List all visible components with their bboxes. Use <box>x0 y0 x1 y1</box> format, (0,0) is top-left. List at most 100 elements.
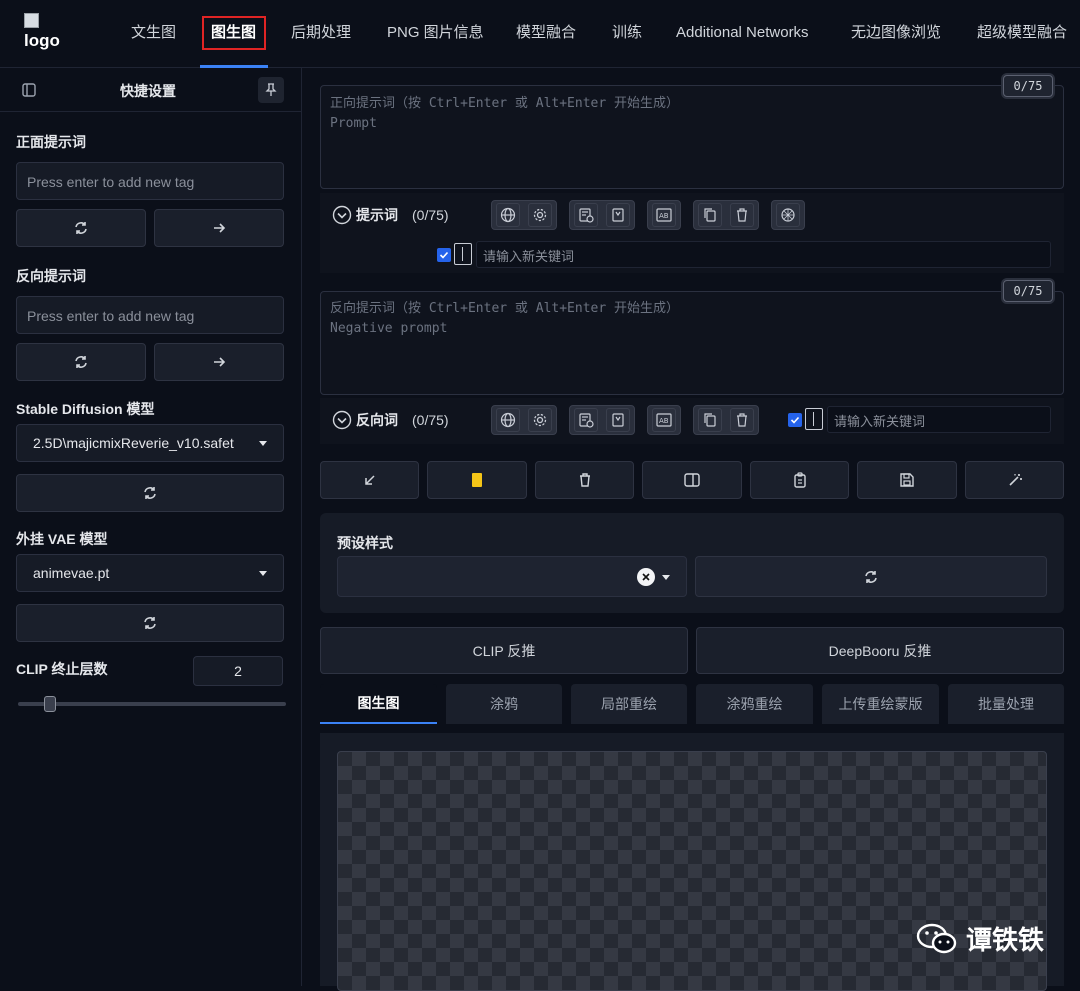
pin-icon[interactable] <box>258 77 284 103</box>
trash-icon <box>579 473 590 487</box>
negative-prompt-placeholder-line2: Negative prompt <box>330 321 448 336</box>
arrow-down-left-icon <box>364 475 375 485</box>
ai-assist-icon[interactable] <box>776 203 800 227</box>
negative-tag-placeholder: Press enter to add new tag <box>27 308 195 324</box>
read-params-button[interactable] <box>320 461 419 499</box>
clip-skip-slider-thumb[interactable] <box>44 696 56 712</box>
negative-keyword-input[interactable]: 请输入新关键词 <box>827 406 1051 433</box>
vae-model-select[interactable]: animevae.pt <box>16 554 284 592</box>
history-icon[interactable] <box>574 408 598 432</box>
tab-img2img-label: 图生图 <box>211 24 257 41</box>
history-icon[interactable] <box>574 203 598 227</box>
vae-model-label: 外挂 VAE 模型 <box>16 531 108 547</box>
vae-refresh-button[interactable] <box>16 604 284 642</box>
deepbooru-interrogate-button[interactable]: DeepBooru 反推 <box>696 627 1064 674</box>
tab-train[interactable]: 训练 <box>612 0 642 68</box>
subtab-inpaint-label: 局部重绘 <box>601 696 657 712</box>
clip-skip-value: 2 <box>234 663 242 679</box>
subtab-inpaint[interactable]: 局部重绘 <box>571 684 687 724</box>
sd-model-select[interactable]: 2.5D\majicmixReverie_v10.safet <box>16 424 284 462</box>
bookmark-icon[interactable] <box>606 203 630 227</box>
clipboard-icon <box>793 472 806 488</box>
tab-png-info[interactable]: PNG 图片信息 <box>387 0 484 68</box>
clear-prompt-button[interactable] <box>535 461 634 499</box>
subtab-inpaint-sketch-label: 涂鸦重绘 <box>726 696 783 712</box>
clear-icon[interactable] <box>637 568 655 586</box>
trash-icon[interactable] <box>730 203 754 227</box>
logo: logo <box>24 13 64 55</box>
subtab-batch[interactable]: 批量处理 <box>948 684 1064 724</box>
negative-refresh-button[interactable] <box>16 343 146 381</box>
paste-style-button[interactable] <box>427 461 527 499</box>
styles-refresh-button[interactable] <box>695 556 1047 597</box>
caret-down-icon <box>259 441 267 446</box>
watermark: 谭铁铁 <box>916 920 1044 957</box>
subtab-inpaint-sketch[interactable]: 涂鸦重绘 <box>696 684 813 724</box>
positive-tag-input[interactable]: Press enter to add new tag <box>16 162 284 200</box>
positive-token-counter: 0/75 <box>1003 75 1053 97</box>
subtab-sketch[interactable]: 涂鸦 <box>446 684 562 724</box>
sidebar-header: 快捷设置 <box>0 68 302 112</box>
caret-down-icon <box>259 571 267 576</box>
bookmark-icon[interactable] <box>606 408 630 432</box>
settings-icon[interactable] <box>528 408 552 432</box>
tab-extras[interactable]: 后期处理 <box>291 0 351 68</box>
deepbooru-interrogate-label: DeepBooru 反推 <box>828 642 932 659</box>
clip-skip-slider-track[interactable] <box>18 696 286 712</box>
tab-infinite-image-browsing[interactable]: 无边图像浏览 <box>851 0 941 68</box>
refresh-icon <box>144 617 156 629</box>
settings-icon[interactable] <box>528 203 552 227</box>
clip-interrogate-button[interactable]: CLIP 反推 <box>320 627 688 674</box>
positive-send-button[interactable] <box>154 209 284 247</box>
sd-model-refresh-button[interactable] <box>16 474 284 512</box>
tab-additional-networks[interactable]: Additional Networks <box>676 0 809 68</box>
negative-toggle-label: 反向词 <box>356 412 398 428</box>
clip-skip-number-input[interactable]: 2 <box>193 656 283 686</box>
copy-icon[interactable] <box>698 203 722 227</box>
refresh-icon <box>75 222 87 234</box>
negative-toggle-count: (0/75) <box>412 412 449 428</box>
sidebar-toggle-icon[interactable] <box>22 83 36 97</box>
positive-keyword-input[interactable]: 请输入新关键词 <box>476 241 1051 268</box>
arrow-right-icon <box>214 357 226 367</box>
spellcheck-icon[interactable]: AB <box>652 203 676 227</box>
magic-wand-button[interactable] <box>965 461 1064 499</box>
styles-select[interactable] <box>337 556 687 597</box>
spellcheck-icon[interactable]: AB <box>652 408 676 432</box>
negative-prompt-textarea[interactable]: 反向提示词（按 Ctrl+Enter 或 Alt+Enter 开始生成） Neg… <box>320 291 1064 395</box>
translate-icon[interactable] <box>496 203 520 227</box>
text-cursor-icon <box>805 408 823 430</box>
negative-keyword-placeholder: 请输入新关键词 <box>834 414 926 429</box>
positive-prompt-placeholder-line2: Prompt <box>330 116 377 131</box>
negative-send-button[interactable] <box>154 343 284 381</box>
tab-super-merger[interactable]: 超级模型融合 <box>977 0 1067 68</box>
positive-refresh-button[interactable] <box>16 209 146 247</box>
trash-icon[interactable] <box>730 408 754 432</box>
positive-prompt-textarea[interactable]: 正向提示词（按 Ctrl+Enter 或 Alt+Enter 开始生成） Pro… <box>320 85 1064 189</box>
positive-keyword-placeholder: 请输入新关键词 <box>483 249 575 264</box>
subtab-img2img[interactable]: 图生图 <box>320 684 437 724</box>
positive-toggle-count: (0/75) <box>412 207 449 223</box>
tab-img2img[interactable]: 图生图 <box>200 0 268 68</box>
save-style-button[interactable] <box>857 461 957 499</box>
apply-style-button[interactable] <box>750 461 849 499</box>
negative-keyword-checkbox[interactable] <box>788 413 802 427</box>
copy-icon[interactable] <box>698 408 722 432</box>
wechat-icon <box>916 923 957 953</box>
subtab-inpaint-upload[interactable]: 上传重绘蒙版 <box>822 684 939 724</box>
negative-tag-input[interactable]: Press enter to add new tag <box>16 296 284 334</box>
translate-icon[interactable] <box>496 408 520 432</box>
styles-panel: 预设样式 <box>320 513 1064 613</box>
clip-interrogate-label: CLIP 反推 <box>472 642 536 659</box>
logo-alt-text: logo <box>24 31 60 50</box>
negative-prompt-collapse-toggle[interactable]: 反向词 (0/75) <box>332 410 449 430</box>
negative-prompt-label: 反向提示词 <box>16 268 86 284</box>
positive-prompt-collapse-toggle[interactable]: 提示词 (0/75) <box>332 205 449 225</box>
caret-down-icon[interactable] <box>662 575 670 580</box>
positive-keyword-checkbox[interactable] <box>437 248 451 262</box>
positive-prompt-label: 正面提示词 <box>16 134 86 150</box>
tab-txt2img[interactable]: 文生图 <box>131 0 176 68</box>
panel-icon <box>684 473 700 487</box>
extra-networks-button[interactable] <box>642 461 742 499</box>
tab-checkpoint-merger[interactable]: 模型融合 <box>516 0 576 68</box>
